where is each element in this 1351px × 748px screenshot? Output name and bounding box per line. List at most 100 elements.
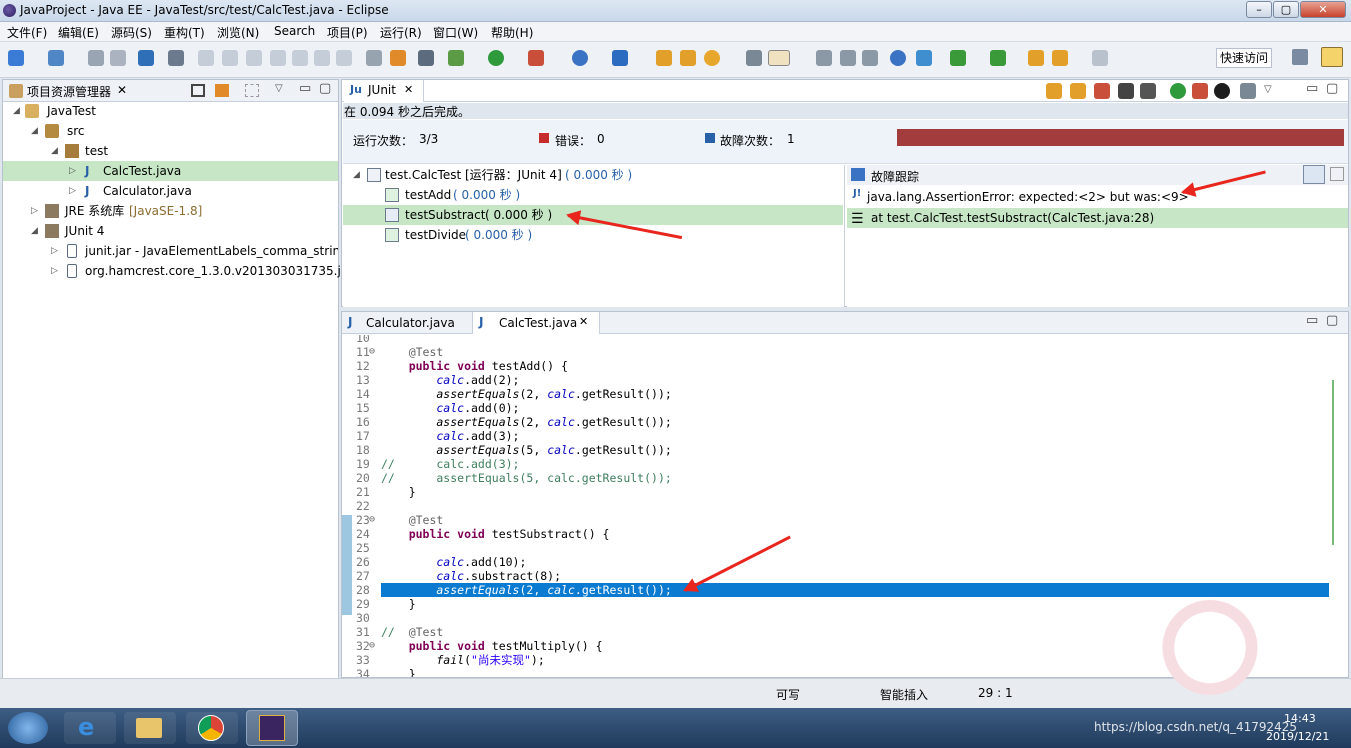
word-wrap-icon[interactable] [816,50,832,66]
tree-item-hamcrest-jar[interactable]: ▷ org.hamcrest.core_1.3.0.v201303031735.… [3,261,353,281]
close-tab-icon[interactable]: ✕ [579,315,588,328]
menu-refactor[interactable]: 重构(T) [164,24,205,41]
tree-item-calculator[interactable]: ▷ J Calculator.java [3,181,338,201]
explorer-title[interactable]: 项目资源管理器 [27,83,111,100]
link-with-editor-icon[interactable] [215,84,229,97]
open-task-icon[interactable] [680,50,696,66]
pen-icon[interactable] [768,50,790,66]
junit-tab[interactable]: Ju JUnit ✕ [344,80,424,102]
focus-icon[interactable] [245,84,259,97]
view-menu-icon[interactable]: ▽ [275,83,283,94]
web-browser-icon[interactable] [890,50,906,66]
step-return-icon[interactable] [336,50,352,66]
use-step-filters-icon[interactable] [390,50,406,66]
rerun-failed-icon[interactable] [1192,83,1208,99]
tree-item-calctest[interactable]: ▷ J CalcTest.java [3,161,338,181]
test-suite-row[interactable]: ◢ test.CalcTest [运行器：JUnit 4] ( 0.000 秒 … [343,165,843,185]
disconnect-icon[interactable] [270,50,286,66]
trace-line-assertion[interactable]: J! java.lang.AssertionError: expected:<2… [847,187,1348,207]
test-row-testdivide[interactable]: testDivide ( 0.000 秒 ) [343,225,843,245]
menu-source[interactable]: 源码(S) [111,24,152,41]
quick-access-input[interactable]: 快速访问 [1216,48,1272,68]
skip-breakpoints-icon[interactable] [168,50,184,66]
block-selection-icon[interactable] [840,50,856,66]
last-edit-icon[interactable] [1028,50,1044,66]
chrome-taskbar-icon[interactable] [186,712,238,744]
toggle-markers-icon[interactable] [746,50,762,66]
fold-icon[interactable]: ⊖ [369,345,375,359]
ie-taskbar-icon[interactable]: e [64,712,116,744]
menu-search[interactable]: Search [274,24,315,38]
maximize-view-icon[interactable]: ▢ [1326,81,1338,96]
rerun-icon[interactable] [1170,83,1186,99]
hierarchy-icon[interactable] [916,50,932,66]
tree-item-jre[interactable]: ▷ JRE 系统库 [JavaSE-1.8] [3,201,338,221]
clock-time[interactable]: 14:43 [1284,712,1316,725]
explorer-taskbar-icon[interactable] [124,712,176,744]
step-over-icon[interactable] [314,50,330,66]
collapse-all-icon[interactable] [191,84,205,97]
menu-edit[interactable]: 编辑(E) [58,24,99,41]
resume-icon[interactable] [198,50,214,66]
fold-icon[interactable]: ⊖ [369,639,375,653]
show-failures-only-icon[interactable] [1094,83,1110,99]
external-tools-icon[interactable] [572,50,588,66]
tab-calculator[interactable]: J Calculator.java [342,312,470,334]
forward-icon[interactable] [1092,50,1108,66]
previous-failure-icon[interactable] [1070,83,1086,99]
tree-item-javatest[interactable]: ◢ JavaTest [3,101,338,121]
annotation-icon[interactable] [950,50,966,66]
open-perspective-icon[interactable] [418,50,434,66]
drop-to-frame-icon[interactable] [366,50,382,66]
menu-help[interactable]: 帮助(H) [491,24,533,41]
layout-icon[interactable] [1140,83,1156,99]
minimize-view-icon[interactable]: ▭ [1306,313,1318,328]
debug-icon[interactable] [448,50,464,66]
suspend-icon[interactable] [222,50,238,66]
start-button-icon[interactable] [8,712,48,744]
tree-item-src[interactable]: ◢ src [3,121,338,141]
next-failure-icon[interactable] [1046,83,1062,99]
back-icon[interactable] [1052,50,1068,66]
close-view-icon[interactable]: ✕ [117,83,127,97]
tree-item-test-package[interactable]: ◢ test [3,141,338,161]
menu-file[interactable]: 文件(F) [7,24,47,41]
menu-run[interactable]: 运行(R) [380,24,422,41]
stop-icon[interactable] [1214,83,1230,99]
scroll-lock-icon[interactable] [1118,83,1134,99]
save-all-icon[interactable] [110,50,126,66]
minimize-button[interactable]: – [1246,1,1272,18]
tree-item-junit4[interactable]: ◢ JUnit 4 [3,221,338,241]
compare-result-icon[interactable] [1330,167,1344,181]
maximize-button[interactable]: ▢ [1273,1,1299,18]
next-annotation-icon[interactable] [990,50,1006,66]
menu-project[interactable]: 项目(P) [327,24,368,41]
view-menu-icon[interactable]: ▽ [1264,84,1272,95]
maximize-view-icon[interactable]: ▢ [1326,313,1338,328]
show-whitespace-icon[interactable] [862,50,878,66]
open-perspective-button-icon[interactable] [1292,49,1308,65]
tab-calctest[interactable]: J CalcTest.java ✕ [472,312,600,334]
clock-date[interactable]: 2019/12/21 [1266,730,1329,743]
close-button[interactable]: ✕ [1300,1,1346,18]
minimize-view-icon[interactable]: ▭ [299,81,311,96]
step-into-icon[interactable] [292,50,308,66]
close-tab-icon[interactable]: ✕ [404,83,413,96]
new-icon[interactable] [8,50,24,66]
history-icon[interactable] [1240,83,1256,99]
new-server-icon[interactable] [612,50,628,66]
test-row-testadd[interactable]: testAdd ( 0.000 秒 ) [343,185,843,205]
trace-line-stack[interactable]: ☰ at test.CalcTest.testSubstract(CalcTes… [847,208,1348,228]
run-icon[interactable] [488,50,504,66]
java-ee-perspective-icon[interactable] [1321,47,1343,67]
fold-icon[interactable]: ⊖ [369,513,375,527]
tree-item-junit-jar[interactable]: ▷ junit.jar - JavaElementLabels_comma_st… [3,241,338,261]
terminate-icon[interactable] [246,50,262,66]
maximize-view-icon[interactable]: ▢ [319,81,331,96]
filter-stack-icon[interactable] [1303,165,1325,184]
search-icon[interactable] [704,50,720,66]
menu-window[interactable]: 窗口(W) [433,24,478,41]
console-icon[interactable] [138,50,154,66]
eclipse-taskbar-icon[interactable] [246,710,298,746]
save-icon[interactable] [88,50,104,66]
